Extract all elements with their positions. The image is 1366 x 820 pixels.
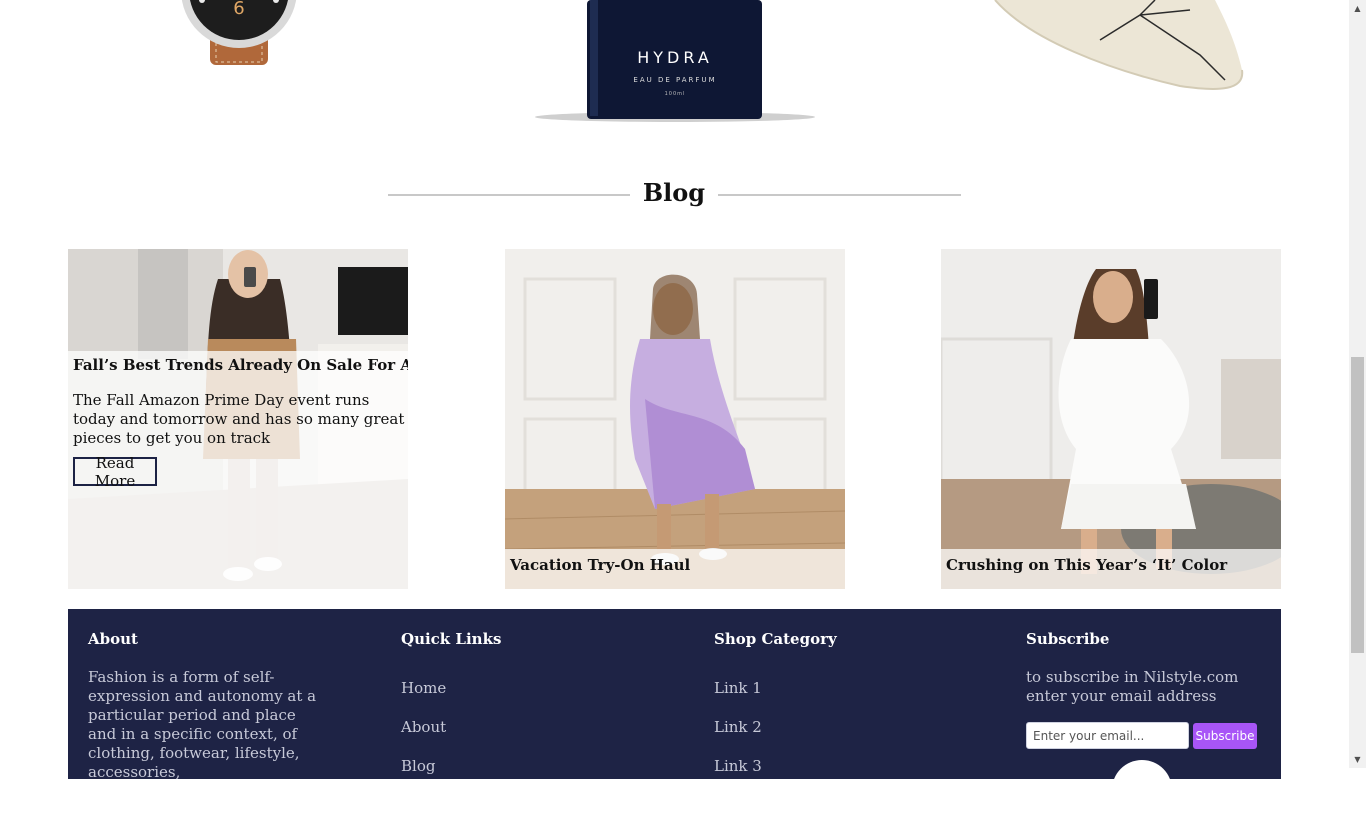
footer-link-home[interactable]: Home [401,679,446,718]
blog-post-image [941,249,1281,589]
blog-card[interactable]: Fall’s Best Trends Already On Sale For A… [68,249,408,589]
heading-divider-right [718,194,961,196]
scroll-up-arrow-icon[interactable]: ▲ [1349,0,1366,17]
watch-product-image[interactable]: 6 [180,0,300,95]
footer-shop-link-3[interactable]: Link 3 [714,757,762,796]
perfume-volume-label: 100ml [665,91,686,97]
footer-shop-link-1[interactable]: Link 1 [714,679,762,718]
blog-post-excerpt: The Fall Amazon Prime Day event runs tod… [73,391,405,447]
footer-subscribe-heading: Subscribe [1026,630,1110,648]
footer-round-badge [1112,760,1172,820]
blog-heading-title: Blog [642,178,706,207]
blog-card[interactable]: Vacation Try-On Haul [505,249,845,589]
hat-product-image[interactable] [990,0,1250,95]
footer-about-text: Fashion is a form of self-expression and… [88,668,317,781]
footer-shop-category-list: Link 1 Link 2 Link 3 [714,679,762,796]
footer-quick-links-list: Home About Blog [401,679,446,796]
blog-post-title[interactable]: Crushing on This Year’s ‘It’ Color [946,556,1227,574]
product-strip: 6 HYDRA EAU DE PARFUM 100ml [0,0,1349,130]
heading-divider-left [388,194,630,196]
footer-link-blog[interactable]: Blog [401,757,446,796]
blog-post-image [505,249,845,589]
site-footer: About Fashion is a form of self-expressi… [68,609,1281,820]
footer-shop-category-heading: Shop Category [714,630,837,648]
blog-post-title[interactable]: Vacation Try-On Haul [510,556,690,574]
page-scrollbar[interactable]: ▲ ▼ [1349,0,1366,768]
perfume-product-image[interactable]: HYDRA EAU DE PARFUM 100ml [530,0,820,125]
blog-card[interactable]: Crushing on This Year’s ‘It’ Color [941,249,1281,589]
footer-quick-links-heading: Quick Links [401,630,502,648]
blog-post-title[interactable]: Fall’s Best Trends Already On Sale For A… [73,356,408,374]
blog-section-heading: Blog [388,176,961,216]
footer-about-heading: About [88,630,138,648]
subscribe-email-input[interactable] [1026,722,1189,749]
footer-shop-link-2[interactable]: Link 2 [714,718,762,757]
blog-card-caption-bar: Vacation Try-On Haul [505,549,845,589]
scrollbar-thumb[interactable] [1351,357,1364,653]
footer-subscribe-text: to subscribe in Nilstyle.com enter your … [1026,668,1239,705]
perfume-brand-label: HYDRA [637,48,713,67]
footer-link-about[interactable]: About [401,718,446,757]
subscribe-button[interactable]: Subscribe [1193,723,1257,749]
perfume-type-label: EAU DE PARFUM [633,76,716,84]
scroll-down-arrow-icon[interactable]: ▼ [1349,751,1366,768]
blog-card-caption-bar: Crushing on This Year’s ‘It’ Color [941,549,1281,589]
read-more-button[interactable]: Read More [73,454,157,490]
watch-numeral: 6 [233,0,244,19]
